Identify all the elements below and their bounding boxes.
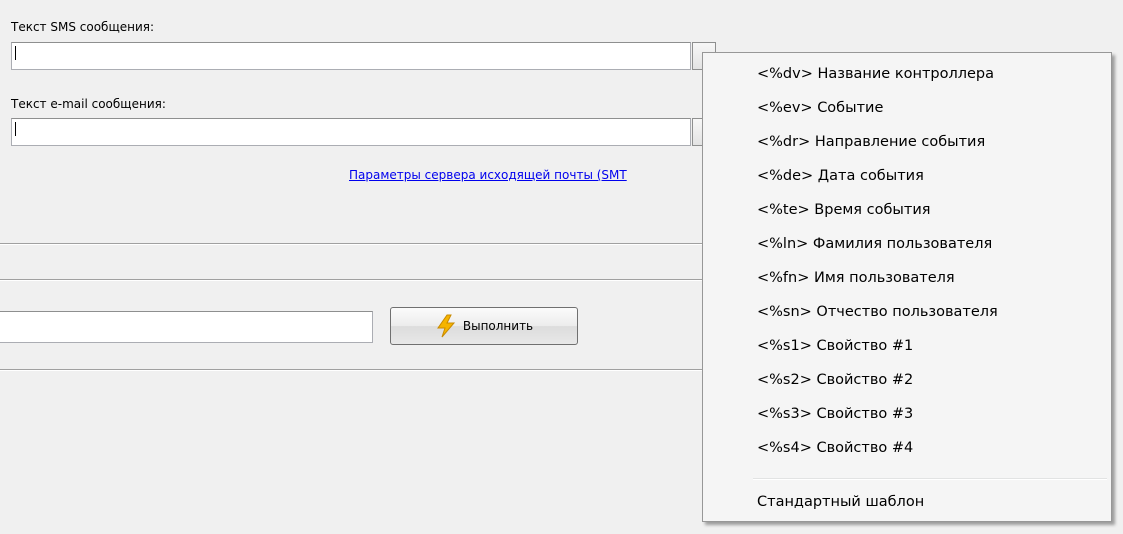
menu-item-default-template[interactable]: Стандартный шаблон xyxy=(705,485,1109,519)
text-cursor xyxy=(15,122,18,136)
smtp-settings-link[interactable]: Параметры сервера исходящей почты (SMT xyxy=(349,168,627,182)
execute-button-label: Выполнить xyxy=(462,319,534,333)
menu-item-user-last-name[interactable]: <%ln> Фамилия пользователя xyxy=(705,227,1109,261)
menu-item-controller-name[interactable]: <%dv> Название контроллера xyxy=(705,57,1109,91)
section-divider xyxy=(0,369,710,371)
section-divider xyxy=(0,243,710,245)
template-variables-menu: <%dv> Название контроллера <%ev> Событие… xyxy=(702,52,1112,522)
menu-item-event[interactable]: <%ev> Событие xyxy=(705,91,1109,125)
email-text-input[interactable] xyxy=(11,118,691,146)
menu-item-user-first-name[interactable]: <%fn> Имя пользователя xyxy=(705,261,1109,295)
sms-text-input[interactable] xyxy=(11,42,691,70)
menu-item-event-time[interactable]: <%te> Время события xyxy=(705,193,1109,227)
section-divider xyxy=(0,279,710,281)
sms-text-label: Текст SMS сообщения: xyxy=(11,20,155,34)
menu-item-property-3[interactable]: <%s3> Свойство #3 xyxy=(705,397,1109,431)
menu-item-property-4[interactable]: <%s4> Свойство #4 xyxy=(705,431,1109,465)
menu-item-property-1[interactable]: <%s1> Свойство #1 xyxy=(705,329,1109,363)
execute-button[interactable]: Выполнить xyxy=(390,307,578,345)
menu-item-user-patronymic[interactable]: <%sn> Отчество пользователя xyxy=(705,295,1109,329)
email-text-label: Текст e-mail сообщения: xyxy=(11,97,166,111)
text-cursor xyxy=(15,46,18,60)
menu-item-property-2[interactable]: <%s2> Свойство #2 xyxy=(705,363,1109,397)
lightning-icon xyxy=(435,314,457,338)
menu-separator xyxy=(753,478,1107,480)
menu-item-event-direction[interactable]: <%dr> Направление события xyxy=(705,125,1109,159)
menu-item-event-date[interactable]: <%de> Дата события xyxy=(705,159,1109,193)
command-input[interactable] xyxy=(0,311,373,343)
